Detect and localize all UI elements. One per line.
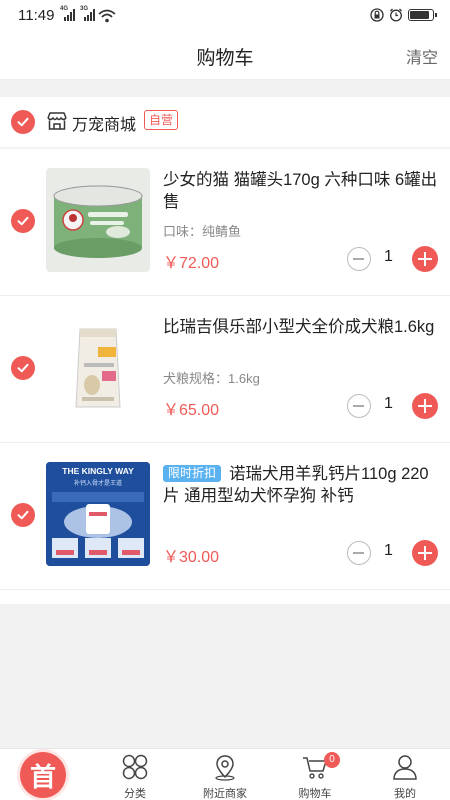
product-image[interactable]: THE KINGLY WAY 补钙入骨才是王道 [46, 462, 150, 566]
tab-label: 购物车 [298, 788, 332, 800]
tab-label: 分类 [124, 788, 146, 800]
product-image[interactable] [46, 315, 150, 419]
bottom-tab-bar: 分类 附近商家 0 购物车 我的 [0, 748, 450, 800]
item-title[interactable]: 限时折扣 诺瑞犬用羊乳钙片110g 220片 通用型幼犬怀孕狗 补钙 [163, 463, 438, 507]
ad-headline: THE KINGLY WAY [62, 466, 134, 476]
item-select-checkbox[interactable] [11, 356, 35, 380]
item-spec: 口味：纯鲭鱼 [163, 224, 242, 239]
shop-name[interactable]: 万宠商城 [72, 111, 136, 135]
checkmark-icon [17, 216, 29, 226]
nav-bar: 购物车 清空 [0, 32, 450, 80]
user-icon [393, 755, 417, 780]
signal-icon-2 [84, 9, 95, 21]
shop-header: 万宠商城 自营 [0, 97, 450, 147]
tab-nearby-shops[interactable]: 附近商家 [180, 749, 270, 800]
signal-icon [64, 9, 75, 21]
tab-label: 我的 [394, 788, 416, 800]
category-icon [122, 754, 148, 780]
increase-quantity-button[interactable] [412, 246, 438, 272]
checkmark-icon [17, 510, 29, 520]
item-title-text: 比瑞吉俱乐部小型犬全价成犬粮1.6kg [163, 318, 435, 336]
item-title[interactable]: 比瑞吉俱乐部小型犬全价成犬粮1.6kg [163, 316, 438, 338]
tab-label: 附近商家 [203, 788, 247, 800]
limited-discount-badge: 限时折扣 [163, 465, 222, 482]
decrease-quantity-button[interactable] [347, 541, 371, 565]
item-title[interactable]: 少女的猫 猫罐头170g 六种口味 6罐出售 [163, 169, 438, 213]
alarm-icon [390, 8, 402, 22]
item-spec: 犬粮规格：1.6kg [163, 371, 260, 386]
battery-icon [408, 9, 437, 21]
home-tab-button[interactable]: 首 [20, 752, 66, 798]
canned-cat-food-image [53, 185, 143, 258]
tab-mine[interactable]: 我的 [360, 749, 450, 800]
page-title: 购物车 [196, 48, 254, 69]
item-title-text: 少女的猫 猫罐头170g 六种口味 6罐出售 [163, 171, 438, 211]
decrease-quantity-button[interactable] [347, 247, 371, 271]
item-select-checkbox[interactable] [11, 503, 35, 527]
location-icon [215, 755, 235, 781]
self-operated-badge: 自营 [144, 110, 179, 130]
cart-count-badge: 0 [324, 752, 340, 768]
wifi-icon [98, 9, 116, 23]
calcium-tablets-ad-image: THE KINGLY WAY 补钙入骨才是王道 [46, 462, 150, 566]
tab-category[interactable]: 分类 [90, 749, 180, 800]
quantity-value: 1 [384, 395, 393, 412]
status-bar: 11:49 4G 3G [0, 0, 450, 32]
checkmark-icon [17, 363, 29, 373]
shop-select-checkbox[interactable] [11, 110, 35, 134]
item-price: ￥72.00 [163, 255, 220, 272]
increase-quantity-button[interactable] [412, 393, 438, 419]
cart-item: THE KINGLY WAY 补钙入骨才是王道 限时折扣 诺瑞犬用羊乳钙片110g… [0, 443, 450, 590]
product-image[interactable] [46, 168, 150, 272]
quantity-value: 1 [384, 248, 393, 265]
clear-cart-button[interactable]: 清空 [406, 44, 438, 68]
item-price: ￥65.00 [163, 402, 220, 419]
decrease-quantity-button[interactable] [347, 394, 371, 418]
quantity-value: 1 [384, 542, 393, 559]
status-time: 11:49 [18, 7, 55, 24]
cart-item: 比瑞吉俱乐部小型犬全价成犬粮1.6kg 犬粮规格：1.6kg ￥65.00 1 [0, 296, 450, 443]
store-icon [47, 112, 67, 130]
cart-item: 少女的猫 猫罐头170g 六种口味 6罐出售 口味：纯鲭鱼 ￥72.00 1 [0, 149, 450, 296]
item-price: ￥30.00 [163, 549, 220, 566]
tab-cart[interactable]: 0 购物车 [270, 749, 360, 800]
ad-subline: 补钙入骨才是王道 [74, 479, 122, 487]
dog-food-bag-image [75, 328, 121, 408]
item-select-checkbox[interactable] [11, 209, 35, 233]
increase-quantity-button[interactable] [412, 540, 438, 566]
checkmark-icon [17, 117, 29, 127]
lock-rotation-icon [370, 8, 384, 22]
cart-item-list: 少女的猫 猫罐头170g 六种口味 6罐出售 口味：纯鲭鱼 ￥72.00 1 比… [0, 149, 450, 604]
